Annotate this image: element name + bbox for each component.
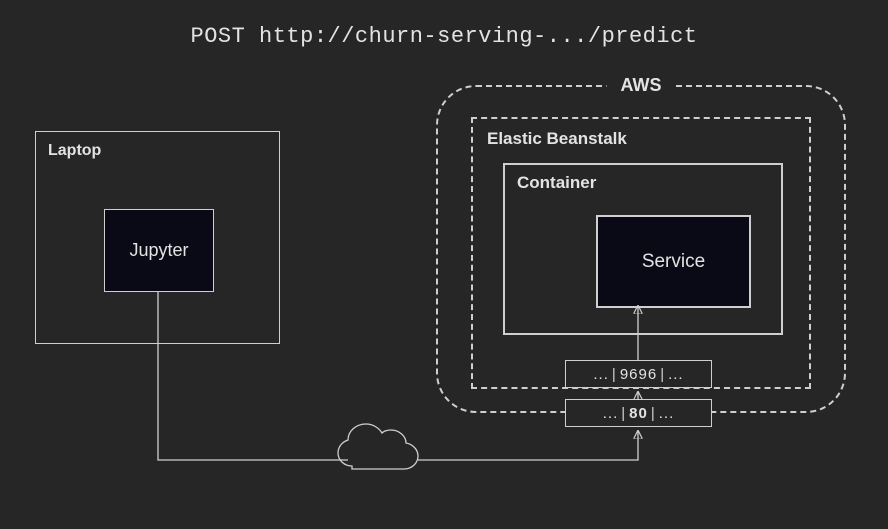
cloud-icon (338, 424, 418, 469)
port-left-ellipsis: ... (593, 366, 609, 383)
port-sep-icon: | (660, 366, 665, 383)
diagram-stage: POST http://churn-serving-.../predict La… (0, 0, 888, 529)
laptop-box: Laptop Jupyter (35, 131, 280, 344)
diagram-title: POST http://churn-serving-.../predict (0, 24, 888, 49)
laptop-label: Laptop (48, 142, 101, 160)
container-box: Container Service (503, 163, 783, 335)
port-sep-icon: | (651, 405, 656, 422)
port-9696-value: 9696 (620, 366, 657, 383)
port-80-value: 80 (629, 405, 648, 422)
aws-label: AWS (606, 75, 675, 96)
service-box: Service (596, 215, 751, 308)
jupyter-box: Jupyter (104, 209, 214, 292)
port-right-ellipsis: ... (659, 405, 675, 422)
port-80: ... | 80 | ... (565, 399, 712, 427)
port-left-ellipsis: ... (603, 405, 619, 422)
port-sep-icon: | (621, 405, 626, 422)
port-right-ellipsis: ... (668, 366, 684, 383)
elastic-beanstalk-box: Elastic Beanstalk Container Service (471, 117, 811, 389)
port-9696: ... | 9696 | ... (565, 360, 712, 388)
jupyter-label: Jupyter (129, 240, 188, 261)
service-label: Service (642, 251, 705, 273)
port-sep-icon: | (612, 366, 617, 383)
container-label: Container (517, 173, 596, 193)
elastic-beanstalk-label: Elastic Beanstalk (487, 129, 627, 149)
